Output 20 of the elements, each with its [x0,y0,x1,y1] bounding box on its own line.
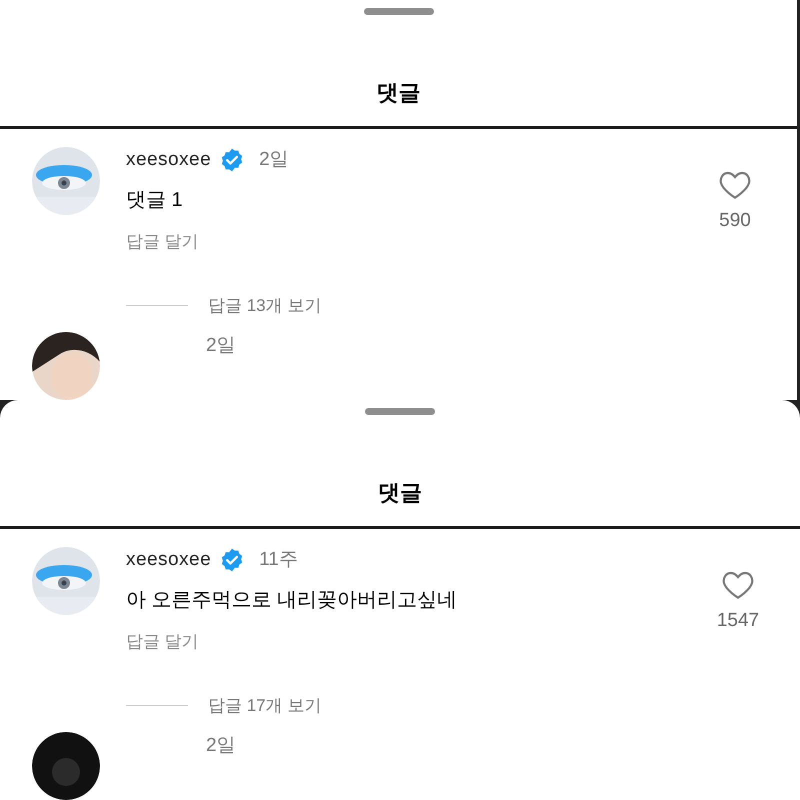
heart-icon[interactable] [722,571,754,599]
reply-link[interactable]: 답글 달기 [126,629,199,654]
comment-text: 아 오른주먹으로 내리꽂아버리고싶네 [126,588,458,613]
comment-time: 11주 [259,548,298,572]
view-replies-link[interactable]: 답글 17개 보기 [208,692,322,718]
view-replies-link[interactable]: 답글 13개 보기 [208,292,322,318]
sheet-title: 댓글 [376,79,420,107]
comment-time: 2일 [206,334,236,358]
comment-time: 2일 [259,148,289,172]
like-count: 1547 [716,609,760,633]
reply-link[interactable]: 답글 달기 [126,229,199,254]
comment-text: 댓글 1 [126,188,184,213]
drag-handle[interactable] [365,408,435,415]
username[interactable]: xeesoxee [126,146,212,174]
sheet-title: 댓글 [378,479,422,507]
username[interactable]: xeesoxee [126,546,212,574]
heart-icon[interactable] [719,171,751,199]
drag-handle[interactable] [364,8,434,15]
like-count: 590 [719,209,751,233]
comment-time: 2일 [206,734,236,758]
